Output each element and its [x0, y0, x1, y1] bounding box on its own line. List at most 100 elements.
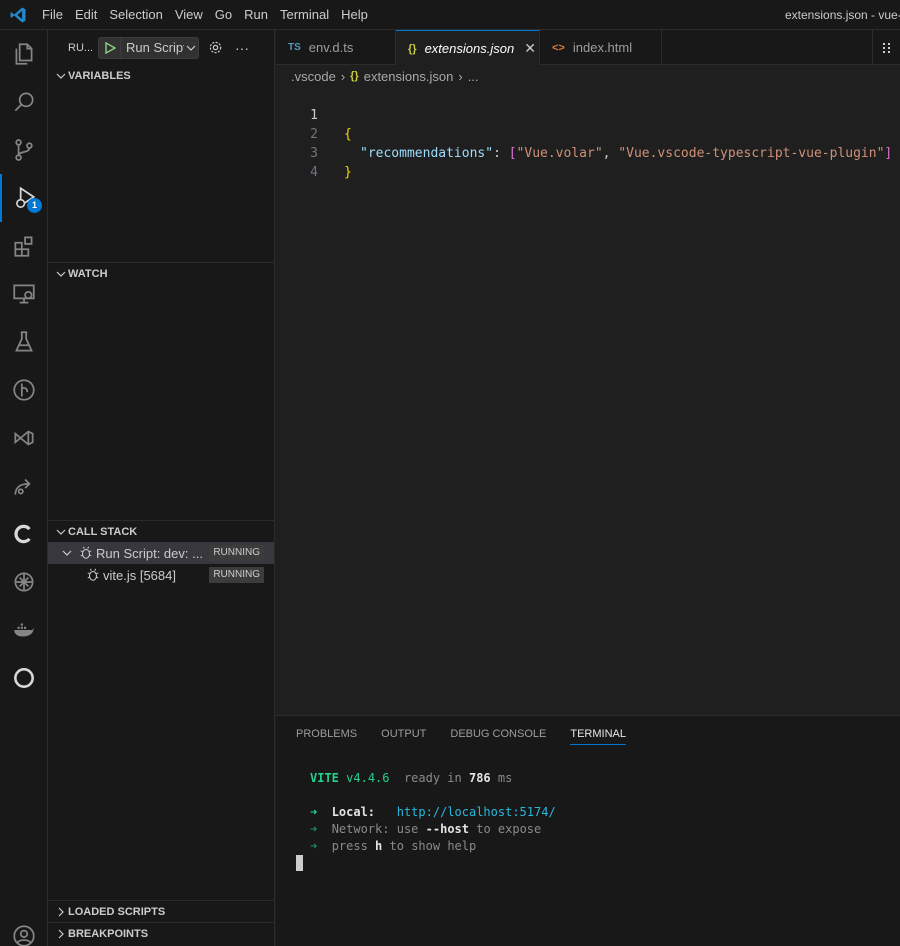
terminal-line: ➜ press h to show help	[310, 839, 477, 853]
terminal-line: VITE v4.4.6 ready in 786 ms	[310, 771, 513, 785]
status-badge: RUNNING	[209, 545, 264, 561]
status-badge: RUNNING	[209, 567, 264, 583]
watch-label: WATCH	[68, 267, 108, 280]
docker-icon[interactable]	[0, 606, 48, 654]
chevron-down-icon	[54, 269, 68, 279]
code-line: 2 "recommendations": ["Vue.volar", "Vue.…	[276, 106, 900, 161]
tab-output[interactable]: OUTPUT	[381, 716, 426, 752]
code-editor[interactable]: 1 { 2 "recommendations": ["Vue.volar", "…	[276, 87, 900, 715]
terminal-line: ➜ Local: http://localhost:5174/	[310, 805, 556, 819]
chevron-down-icon	[62, 548, 76, 558]
chevron-down-icon	[54, 527, 68, 537]
breadcrumb: .vscode › {} extensions.json › ...	[276, 65, 900, 87]
call-stack-session[interactable]: Run Script: dev: ... RUNNING	[48, 542, 274, 564]
tab-label: index.html	[572, 40, 633, 55]
account-icon[interactable]	[0, 912, 48, 946]
chevron-right-icon	[54, 929, 68, 939]
call-stack-label: CALL STACK	[68, 525, 138, 538]
line-number: 4	[310, 165, 318, 180]
json-file-icon: {}	[350, 70, 359, 82]
run-config-dropdown[interactable]: Run Script:	[98, 36, 199, 59]
terminal-cursor	[296, 855, 303, 871]
menu-run[interactable]: Run	[238, 4, 274, 26]
tab-terminal[interactable]: TERMINAL	[570, 716, 626, 752]
watch-section-header[interactable]: WATCH	[48, 262, 274, 284]
search-icon[interactable]	[0, 78, 48, 126]
chatgpt-icon[interactable]	[0, 558, 48, 606]
run-debug-icon[interactable]: 1	[0, 174, 48, 222]
code-line: 4	[276, 144, 900, 180]
menu-terminal[interactable]: Terminal	[274, 4, 335, 26]
tab-problems[interactable]: PROBLEMS	[296, 716, 357, 752]
live-share-icon[interactable]	[0, 462, 48, 510]
tab-extensions-json[interactable]: {} extensions.json ✕	[396, 30, 540, 66]
code-line: 1 {	[276, 87, 900, 142]
close-icon[interactable]: ✕	[524, 40, 536, 57]
tab-label: env.d.ts	[308, 40, 354, 55]
call-stack-process-label: vite.js [5684]	[103, 567, 176, 583]
typescript-file-icon: TS	[288, 42, 301, 53]
debug-sidebar: RU... Run Script: ··· VARIABLES WATCH CA…	[48, 30, 275, 946]
menu-selection[interactable]: Selection	[103, 4, 168, 26]
menu-help[interactable]: Help	[335, 4, 374, 26]
variables-section-header[interactable]: VARIABLES	[48, 65, 274, 87]
git-graph-icon[interactable]	[0, 366, 48, 414]
call-stack-section-header[interactable]: CALL STACK	[48, 520, 274, 542]
start-debugging-icon[interactable]	[99, 37, 121, 58]
extensions-icon[interactable]	[0, 222, 48, 270]
terminal-cursor-line	[296, 855, 900, 872]
json-file-icon: {}	[408, 42, 417, 55]
gear-icon[interactable]	[204, 37, 226, 59]
bottom-panel: PROBLEMS OUTPUT DEBUG CONSOLE TERMINAL V…	[276, 715, 900, 946]
panel-tabs: PROBLEMS OUTPUT DEBUG CONSOLE TERMINAL	[276, 716, 900, 752]
chevron-right-icon: ›	[458, 68, 463, 84]
call-stack-process[interactable]: vite.js [5684] RUNNING	[48, 564, 274, 586]
call-stack-session-label: Run Script: dev: ...	[96, 545, 203, 561]
local-url-link[interactable]: http://localhost:5174/	[397, 805, 556, 819]
breakpoints-section-header[interactable]: BREAKPOINTS	[48, 922, 274, 944]
vscode-logo-icon	[0, 0, 36, 30]
tab-index-html[interactable]: <> index.html	[540, 30, 662, 65]
circle-extension-icon[interactable]	[0, 654, 48, 702]
tab-label: extensions.json	[424, 41, 515, 56]
loaded-scripts-label: LOADED SCRIPTS	[68, 905, 166, 918]
activity-bar: 1	[0, 30, 48, 946]
html-file-icon: <>	[552, 41, 565, 54]
remote-explorer-icon[interactable]	[0, 270, 48, 318]
tab-debug-console[interactable]: DEBUG CONSOLE	[450, 716, 546, 752]
arrow-icon: ➜	[310, 805, 318, 819]
menu-bar: File Edit Selection View Go Run Terminal…	[36, 0, 374, 30]
breadcrumb-folder[interactable]: .vscode	[291, 69, 336, 84]
editor-tabs: TS env.d.ts {} extensions.json ✕ <> inde…	[276, 30, 900, 66]
terminal-output[interactable]: VITE v4.4.6 ready in 786 ms ➜ Local: htt…	[276, 752, 900, 872]
chevron-down-icon	[54, 71, 68, 81]
sidebar-title: RU...	[68, 41, 94, 54]
menu-file[interactable]: File	[36, 4, 69, 26]
variables-label: VARIABLES	[68, 70, 131, 82]
explorer-icon[interactable]	[0, 30, 48, 78]
source-control-icon[interactable]	[0, 126, 48, 174]
menu-go[interactable]: Go	[209, 4, 238, 26]
split-editor-icon[interactable]	[872, 30, 900, 65]
chevron-down-icon	[184, 43, 198, 53]
visual-studio-icon[interactable]	[0, 414, 48, 462]
debug-badge: 1	[27, 198, 42, 213]
terminal-line: ➜ Network: use --host to expose	[310, 822, 542, 836]
breadcrumb-file[interactable]: extensions.json	[364, 69, 454, 84]
close-brace: }	[344, 165, 352, 180]
tab-env-d-ts[interactable]: TS env.d.ts	[276, 30, 396, 65]
code-line: 3 }	[276, 125, 900, 180]
breadcrumb-more[interactable]: ...	[468, 69, 479, 84]
menu-view[interactable]: View	[169, 4, 209, 26]
testing-icon[interactable]	[0, 318, 48, 366]
chevron-right-icon: ›	[340, 68, 346, 84]
breakpoints-label: BREAKPOINTS	[68, 927, 149, 940]
menu-edit[interactable]: Edit	[69, 4, 103, 26]
codeium-icon[interactable]	[0, 510, 48, 558]
bug-icon	[86, 568, 100, 582]
title-bar: File Edit Selection View Go Run Terminal…	[0, 0, 900, 30]
more-actions-icon[interactable]: ···	[231, 37, 253, 59]
arrow-icon: ➜	[310, 839, 318, 853]
loaded-scripts-section-header[interactable]: LOADED SCRIPTS	[48, 900, 274, 922]
